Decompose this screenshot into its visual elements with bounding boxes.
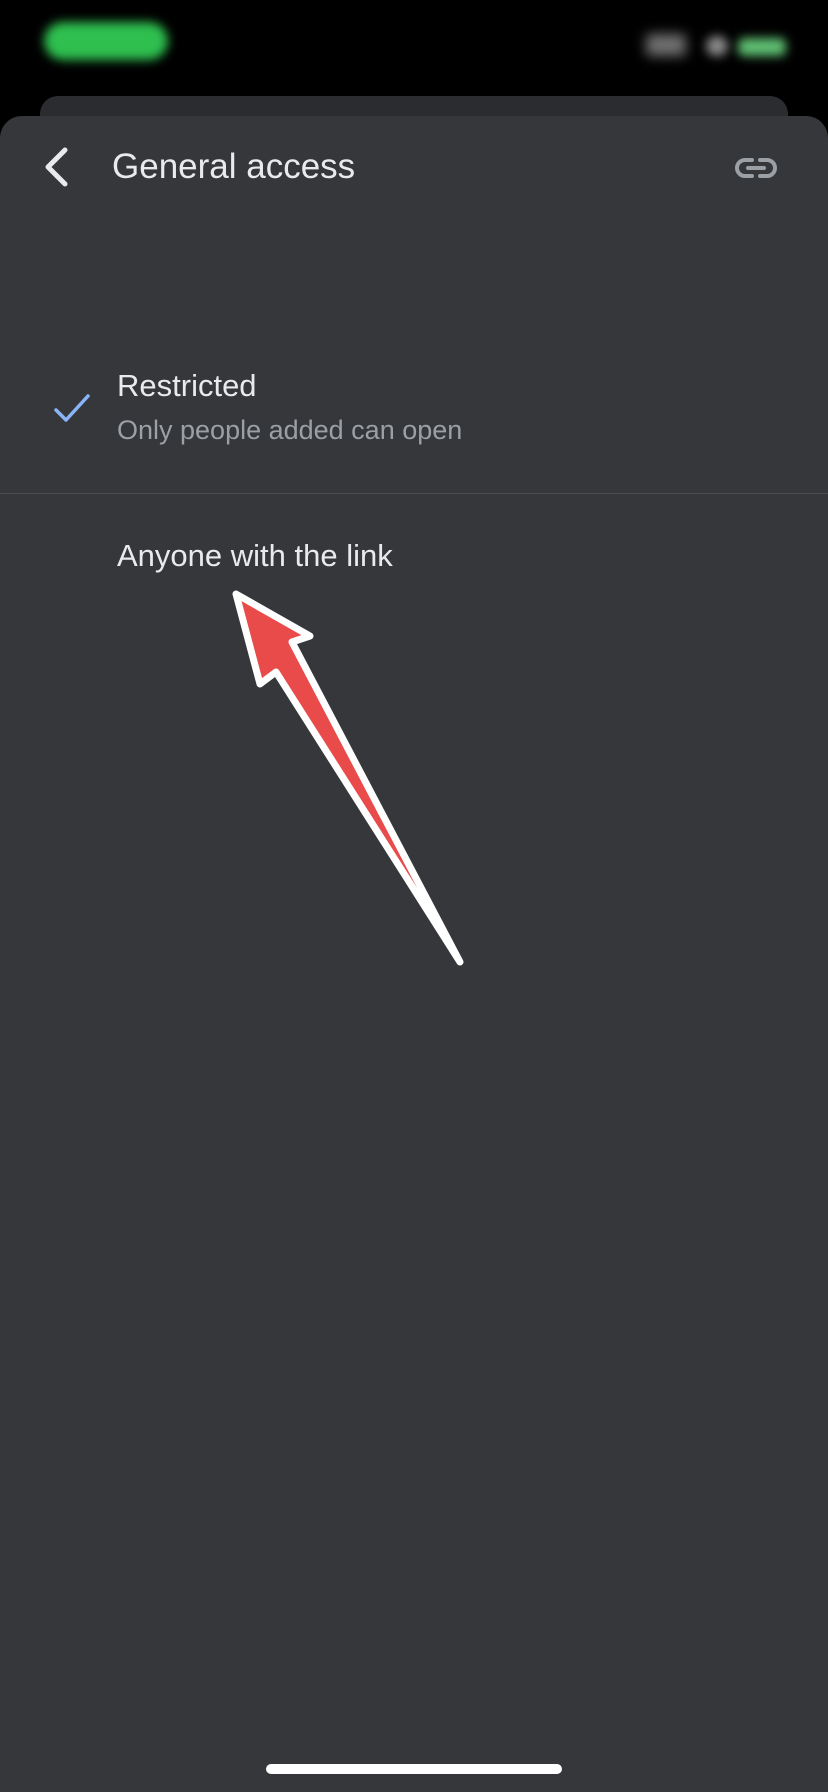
option-anyone-with-link[interactable]: Anyone with the link [0, 520, 828, 596]
screen: General access Restricted Only people ad… [0, 0, 828, 1792]
check-icon [54, 394, 90, 422]
option-label: Anyone with the link [117, 538, 393, 573]
page-title: General access [112, 147, 356, 186]
option-label: Restricted [117, 368, 257, 403]
copy-link-button[interactable] [728, 144, 784, 192]
cellular-signal-icon [646, 34, 686, 56]
home-indicator [266, 1764, 562, 1774]
status-time-pill [44, 22, 168, 60]
header: General access [0, 116, 828, 216]
chevron-left-icon [45, 147, 68, 187]
wifi-icon [706, 36, 728, 56]
option-description: Only people added can open [117, 415, 463, 445]
link-icon [735, 158, 777, 178]
battery-icon [738, 38, 786, 56]
back-button[interactable] [34, 136, 78, 198]
divider [0, 493, 828, 494]
option-restricted[interactable]: Restricted Only people added can open [0, 352, 828, 492]
